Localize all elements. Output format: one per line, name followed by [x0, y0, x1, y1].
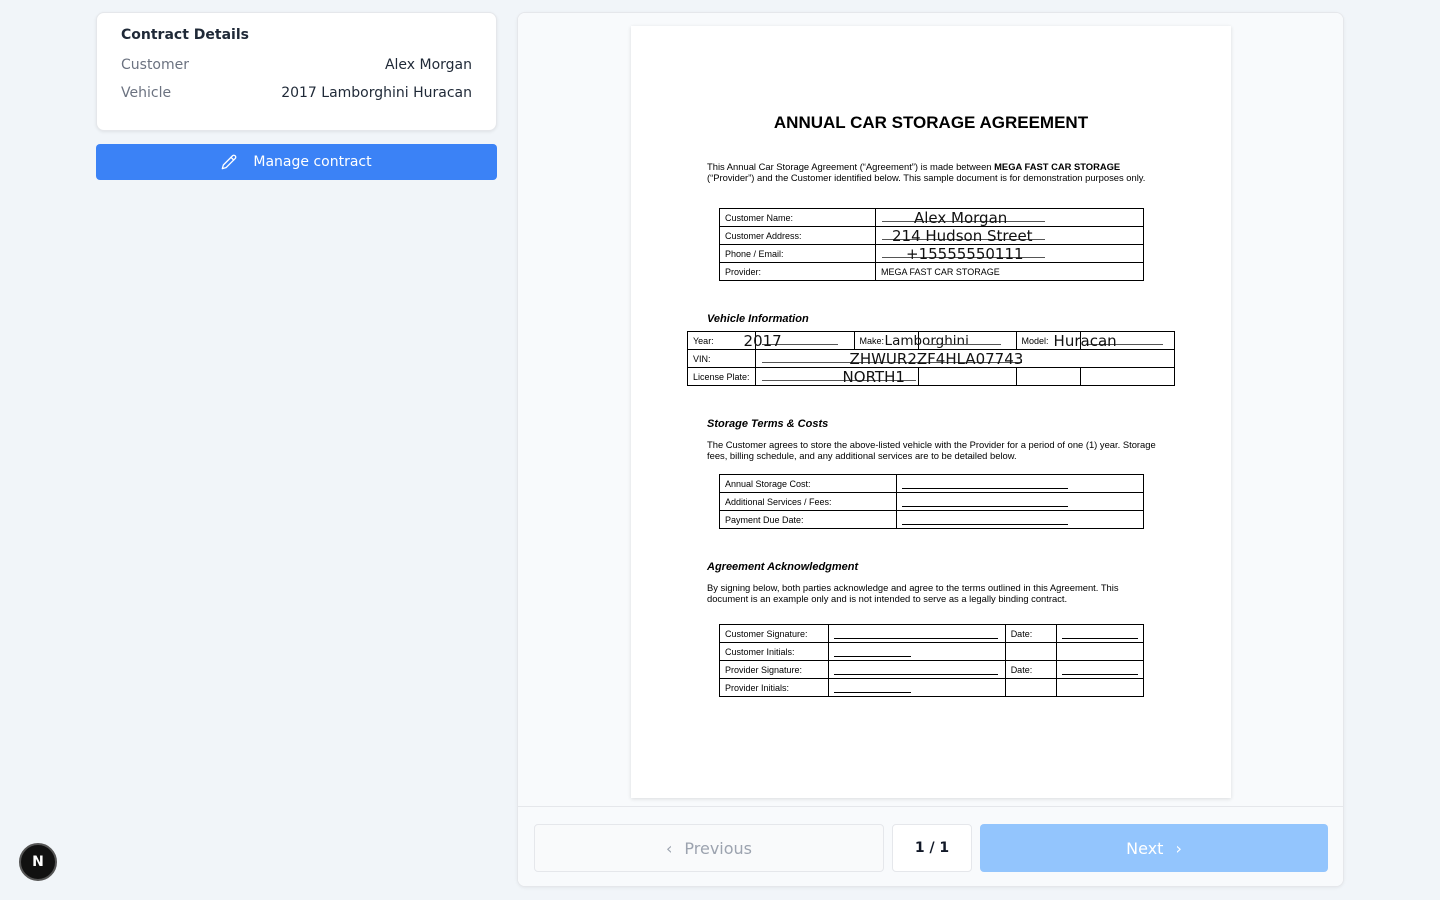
make-label: Make: — [859, 335, 885, 346]
payment-due-field[interactable] — [896, 510, 1144, 529]
customer-table: Customer Name: Alex Morgan Customer Addr… — [719, 208, 1144, 281]
model-value: Huracan — [1053, 332, 1117, 350]
provider-date-label: Date: — [1004, 660, 1058, 679]
year-field[interactable]: 2017 — [744, 331, 855, 350]
phone-email-field[interactable]: +15555550111 — [875, 244, 1144, 263]
customer-row: Customer Alex Morgan — [121, 55, 472, 83]
make-label-cell[interactable]: Make: Lamborghini — [853, 331, 969, 350]
vehicle-row: Vehicle 2017 Lamborghini Huracan — [121, 83, 472, 111]
contract-details-title: Contract Details — [121, 27, 249, 43]
vehicle-value: 2017 Lamborghini Huracan — [281, 85, 472, 101]
previous-label: Previous — [684, 838, 753, 858]
provider-signature-label: Provider Signature: — [718, 660, 830, 679]
customer-signature-label: Customer Signature: — [718, 624, 830, 643]
customer-date-field[interactable] — [1056, 624, 1144, 643]
next-label: Next — [1126, 838, 1164, 858]
intro-text-post: (“Provider”) and the Customer identified… — [707, 172, 1146, 183]
vehicle-label: Vehicle — [121, 85, 172, 101]
vin-label: VIN: — [687, 349, 756, 368]
customer-address-label: Customer Address: — [719, 226, 876, 245]
vehicle-info-heading: Vehicle Information — [707, 313, 809, 325]
customer-name-label: Customer Name: — [719, 208, 876, 227]
year-value: 2017 — [743, 332, 782, 350]
provider-signature-field[interactable] — [828, 660, 1006, 679]
annual-cost-field[interactable] — [896, 474, 1144, 493]
provider-label: Provider: — [719, 262, 876, 281]
make-field[interactable] — [917, 331, 1017, 350]
customer-date-label: Date: — [1004, 624, 1058, 643]
signature-table: Customer Signature: Date: Customer Initi… — [718, 624, 1144, 697]
phone-email-value: +15555550111 — [906, 245, 1024, 263]
chevron-right-icon: › — [1175, 838, 1182, 858]
provider-initials-field[interactable] — [828, 678, 1006, 697]
customer-initials-field[interactable] — [828, 642, 1006, 661]
manage-contract-label: Manage contract — [253, 154, 372, 170]
vin-field[interactable]: ZHWUR2ZF4HLA07743 — [754, 349, 1176, 368]
intro-text-pre: This Annual Car Storage Agreement (“Agre… — [707, 161, 995, 172]
customer-name-value: Alex Morgan — [914, 209, 1008, 227]
pagination-bar: ‹ Previous 1 / 1 Next › — [518, 806, 1343, 886]
previous-page-button[interactable]: ‹ Previous — [534, 824, 884, 872]
next-page-button[interactable]: Next › — [980, 824, 1328, 872]
page-indicator: 1 / 1 — [892, 824, 972, 872]
chevron-left-icon: ‹ — [665, 838, 673, 858]
vin-value: ZHWUR2ZF4HLA07743 — [849, 350, 1024, 368]
vehicle-table: Year: 2017 Make: Lamborghini Model: Hura… — [687, 331, 1176, 386]
customer-address-value: 214 Hudson Street — [892, 227, 1033, 245]
intro-paragraph: This Annual Car Storage Agreement (“Agre… — [707, 161, 1157, 183]
manage-contract-button[interactable]: Manage contract — [96, 144, 497, 180]
customer-label: Customer — [121, 57, 190, 73]
provider-date-field[interactable] — [1056, 660, 1144, 679]
customer-name-field[interactable]: Alex Morgan — [875, 208, 1144, 227]
additional-fees-label: Additional Services / Fees: — [719, 492, 897, 511]
annual-cost-label: Annual Storage Cost: — [719, 474, 897, 493]
license-plate-field[interactable]: NORTH1 — [754, 367, 919, 386]
acknowledgment-text: By signing below, both parties acknowled… — [707, 582, 1119, 604]
framework-badge[interactable]: N — [19, 843, 57, 881]
customer-initials-label: Customer Initials: — [718, 642, 830, 661]
document-page: ANNUAL CAR STORAGE AGREEMENT This Annual… — [631, 26, 1231, 798]
pencil-icon — [222, 154, 237, 170]
intro-provider-name: MEGA FAST CAR STORAGE — [994, 161, 1121, 172]
customer-value: Alex Morgan — [384, 57, 472, 73]
document-canvas[interactable]: ANNUAL CAR STORAGE AGREEMENT This Annual… — [518, 13, 1343, 806]
additional-fees-field[interactable] — [896, 492, 1144, 511]
document-title: ANNUAL CAR STORAGE AGREEMENT — [773, 113, 1089, 132]
phone-email-label: Phone / Email: — [719, 244, 876, 263]
provider-initials-label: Provider Initials: — [718, 678, 830, 697]
storage-terms-text: The Customer agrees to store the above-l… — [707, 439, 1156, 461]
model-field[interactable]: Huracan — [1054, 331, 1176, 350]
payment-due-label: Payment Due Date: — [719, 510, 897, 529]
license-plate-value: NORTH1 — [842, 368, 905, 386]
license-plate-label: License Plate: — [687, 367, 756, 386]
storage-terms-heading: Storage Terms & Costs — [707, 418, 829, 430]
provider-value: MEGA FAST CAR STORAGE — [875, 262, 1144, 281]
customer-signature-field[interactable] — [828, 624, 1006, 643]
contract-details-card: Contract Details Customer Alex Morgan Ve… — [96, 12, 497, 131]
customer-address-field[interactable]: 214 Hudson Street — [875, 226, 1144, 245]
cost-table: Annual Storage Cost: Additional Services… — [719, 474, 1144, 529]
document-viewer: ANNUAL CAR STORAGE AGREEMENT This Annual… — [517, 12, 1344, 887]
acknowledgment-heading: Agreement Acknowledgment — [707, 561, 859, 573]
